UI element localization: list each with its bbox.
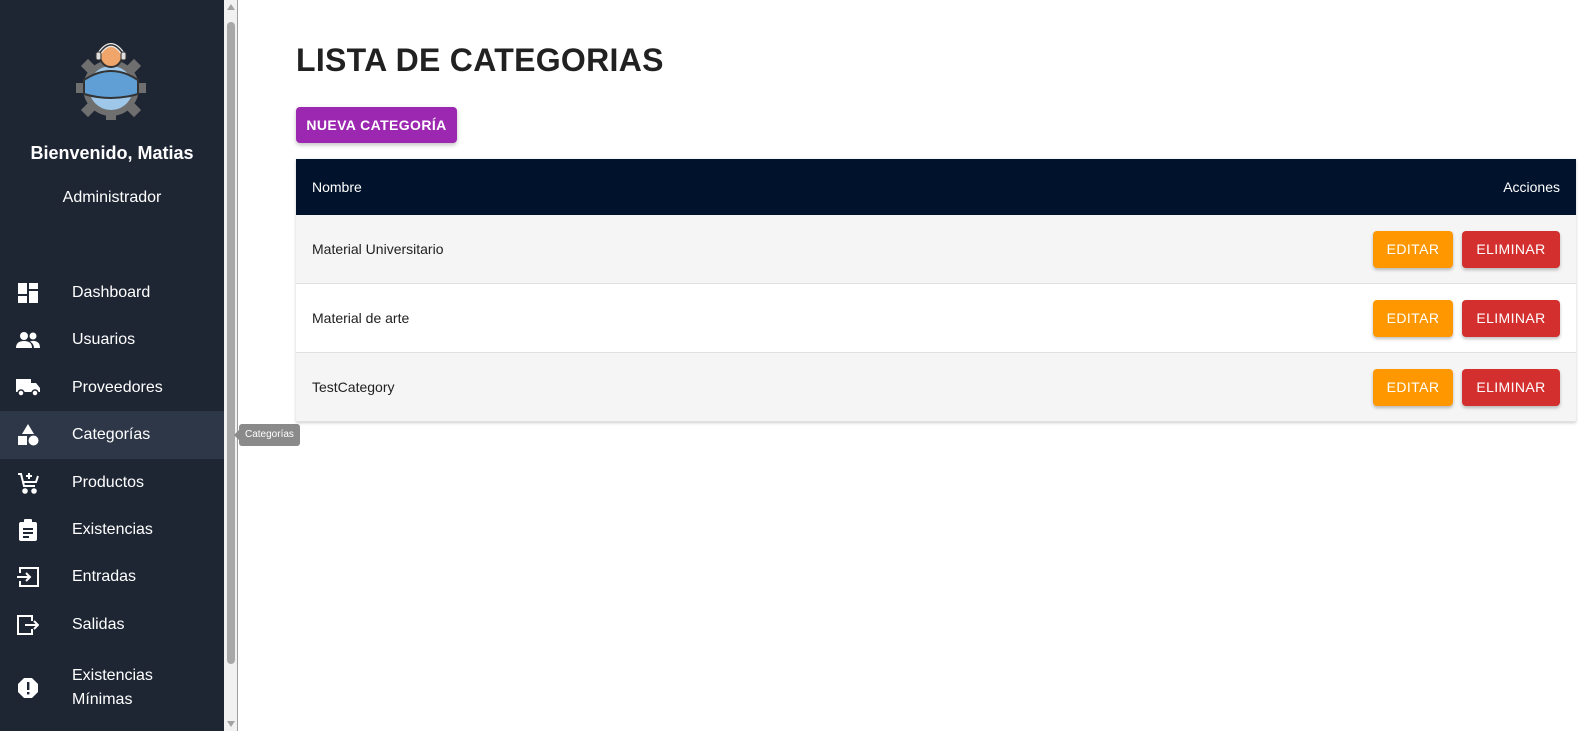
sidebar-item-salidas[interactable]: Salidas bbox=[0, 601, 224, 649]
welcome-text: Bienvenido, Matias bbox=[30, 143, 194, 163]
row-actions: EDITAR ELIMINAR bbox=[1373, 230, 1560, 268]
sidebar-item-label: Proveedores bbox=[72, 379, 163, 396]
sidebar-item-productos[interactable]: Productos bbox=[0, 459, 224, 507]
edit-button[interactable]: EDITAR bbox=[1373, 368, 1453, 406]
sidebar-item-proveedores[interactable]: Proveedores bbox=[0, 364, 224, 412]
new-category-button[interactable]: NUEVA CATEGORÍA bbox=[296, 107, 457, 143]
sidebar-item-existencias-minimas[interactable]: Existencias Mínimas bbox=[0, 660, 224, 716]
scroll-up-icon[interactable] bbox=[227, 4, 235, 10]
sidebar-item-label: Usuarios bbox=[72, 331, 136, 348]
delete-button[interactable]: ELIMINAR bbox=[1462, 299, 1560, 337]
edit-button[interactable]: EDITAR bbox=[1373, 299, 1453, 337]
sidebar-item-entradas[interactable]: Entradas bbox=[0, 553, 224, 601]
category-icon bbox=[16, 423, 40, 447]
edit-button[interactable]: EDITAR bbox=[1373, 230, 1453, 268]
people-icon bbox=[16, 328, 40, 352]
category-name: Material Universitario bbox=[312, 241, 444, 257]
table-row: Material Universitario EDITAR ELIMINAR bbox=[296, 215, 1576, 284]
column-header-nombre: Nombre bbox=[312, 179, 362, 195]
sidebar-item-label: Existencias Mínimas bbox=[72, 667, 153, 708]
category-name: TestCategory bbox=[312, 379, 395, 395]
user-role: Administrador bbox=[62, 189, 162, 206]
clipboard-icon bbox=[16, 518, 40, 542]
avatar bbox=[70, 36, 152, 120]
category-name: Material de arte bbox=[312, 310, 410, 326]
tooltip: Categorías bbox=[234, 424, 300, 446]
sidebar: Bienvenido, Matias Administrador Dashboa… bbox=[0, 0, 224, 731]
sidebar-item-usuarios[interactable]: Usuarios bbox=[0, 316, 224, 364]
sidebar-item-label: Existencias bbox=[72, 521, 153, 538]
row-actions: EDITAR ELIMINAR bbox=[1373, 368, 1560, 406]
scroll-down-icon[interactable] bbox=[227, 721, 235, 727]
sidebar-item-dashboard[interactable]: Dashboard bbox=[0, 269, 224, 317]
table-row: TestCategory EDITAR ELIMINAR bbox=[296, 353, 1576, 422]
dashboard-icon bbox=[16, 281, 40, 305]
column-header-acciones: Acciones bbox=[1503, 179, 1560, 195]
page-title: LISTA DE CATEGORIAS bbox=[296, 42, 664, 78]
delete-button[interactable]: ELIMINAR bbox=[1462, 368, 1560, 406]
sidebar-item-label: Entradas bbox=[72, 568, 137, 585]
delete-button[interactable]: ELIMINAR bbox=[1462, 230, 1560, 268]
logout-icon bbox=[16, 613, 40, 637]
sidebar-item-existencias[interactable]: Existencias bbox=[0, 506, 224, 554]
alert-icon bbox=[16, 676, 40, 700]
sidebar-scrollbar[interactable] bbox=[224, 0, 238, 731]
sidebar-item-label: Categorías bbox=[72, 426, 151, 443]
cart-icon bbox=[16, 471, 40, 495]
table-row: Material de arte EDITAR ELIMINAR bbox=[296, 284, 1576, 353]
login-icon bbox=[16, 565, 40, 589]
table-header: Nombre Acciones bbox=[296, 159, 1576, 215]
sidebar-item-label: Productos bbox=[72, 474, 145, 491]
truck-icon bbox=[16, 376, 40, 400]
sidebar-item-label: Salidas bbox=[72, 616, 125, 633]
sidebar-item-categorias[interactable]: Categorías bbox=[0, 411, 224, 459]
scroll-thumb[interactable] bbox=[227, 22, 235, 664]
categories-table: Nombre Acciones Material Universitario E… bbox=[296, 159, 1576, 422]
sidebar-item-label: Dashboard bbox=[72, 284, 151, 301]
row-actions: EDITAR ELIMINAR bbox=[1373, 299, 1560, 337]
